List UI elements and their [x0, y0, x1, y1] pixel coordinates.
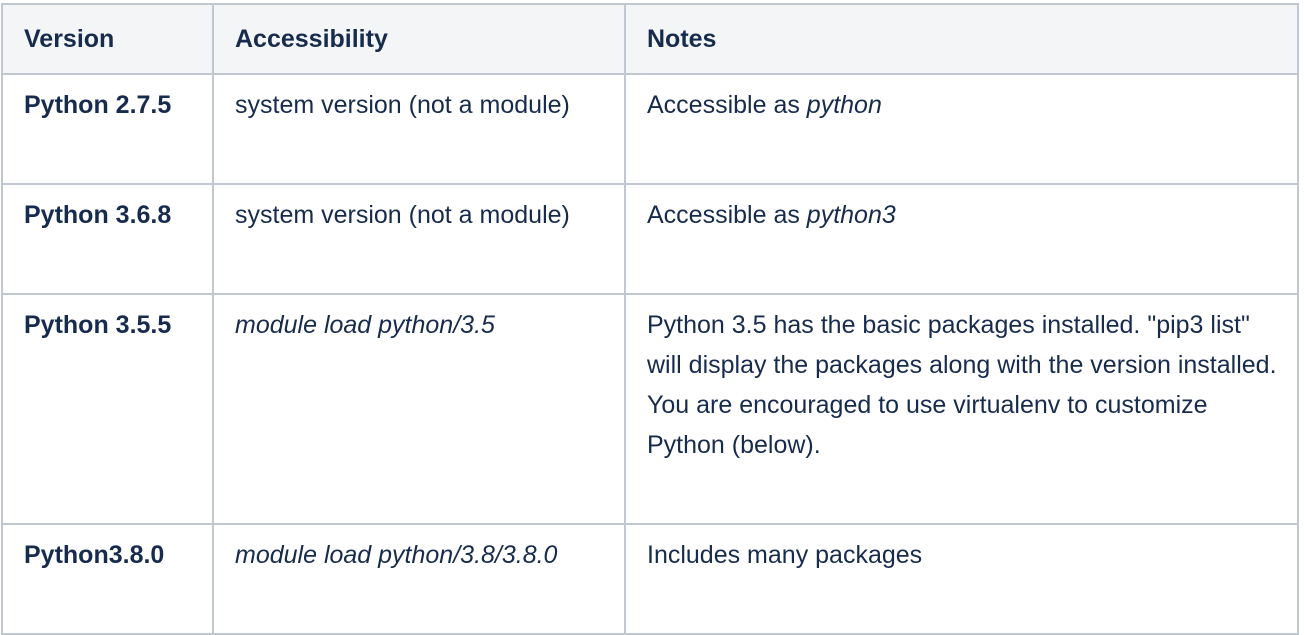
- notes-text: Accessible as: [647, 201, 807, 229]
- notes-cell: Accessible as python: [624, 73, 1299, 185]
- version-cell: Python 3.6.8: [1, 183, 214, 295]
- python-versions-table: Version Accessibility Notes Python 2.7.5…: [1, 3, 1299, 635]
- notes-cell: Accessible as python3: [624, 183, 1299, 295]
- accessibility-cell: module load python/3.8/3.8.0: [212, 523, 626, 635]
- header-notes: Notes: [624, 3, 1299, 75]
- table-row: Python 2.7.5 system version (not a modul…: [1, 73, 1299, 185]
- notes-paragraph: Python 3.5 has the basic packages instal…: [647, 311, 1277, 379]
- accessibility-cell: system version (not a module): [212, 183, 626, 295]
- table-row: Python 3.5.5 module load python/3.5 Pyth…: [1, 293, 1299, 525]
- notes-cell: Includes many packages: [624, 523, 1299, 635]
- header-version: Version: [1, 3, 214, 75]
- table-row: Python3.8.0 module load python/3.8/3.8.0…: [1, 523, 1299, 635]
- accessibility-cell: module load python/3.5: [212, 293, 626, 525]
- notes-cell: Python 3.5 has the basic packages instal…: [624, 293, 1299, 525]
- header-accessibility: Accessibility: [212, 3, 626, 75]
- command-name: python3: [806, 201, 896, 229]
- command-name: python: [806, 91, 882, 119]
- table-header-row: Version Accessibility Notes: [1, 3, 1299, 75]
- accessibility-cell: system version (not a module): [212, 73, 626, 185]
- notes-paragraph: You are encouraged to use virtualenv to …: [647, 391, 1208, 459]
- version-cell: Python 3.5.5: [1, 293, 214, 525]
- table-row: Python 3.6.8 system version (not a modul…: [1, 183, 1299, 295]
- version-cell: Python 2.7.5: [1, 73, 214, 185]
- version-cell: Python3.8.0: [1, 523, 214, 635]
- notes-text: Accessible as: [647, 91, 807, 119]
